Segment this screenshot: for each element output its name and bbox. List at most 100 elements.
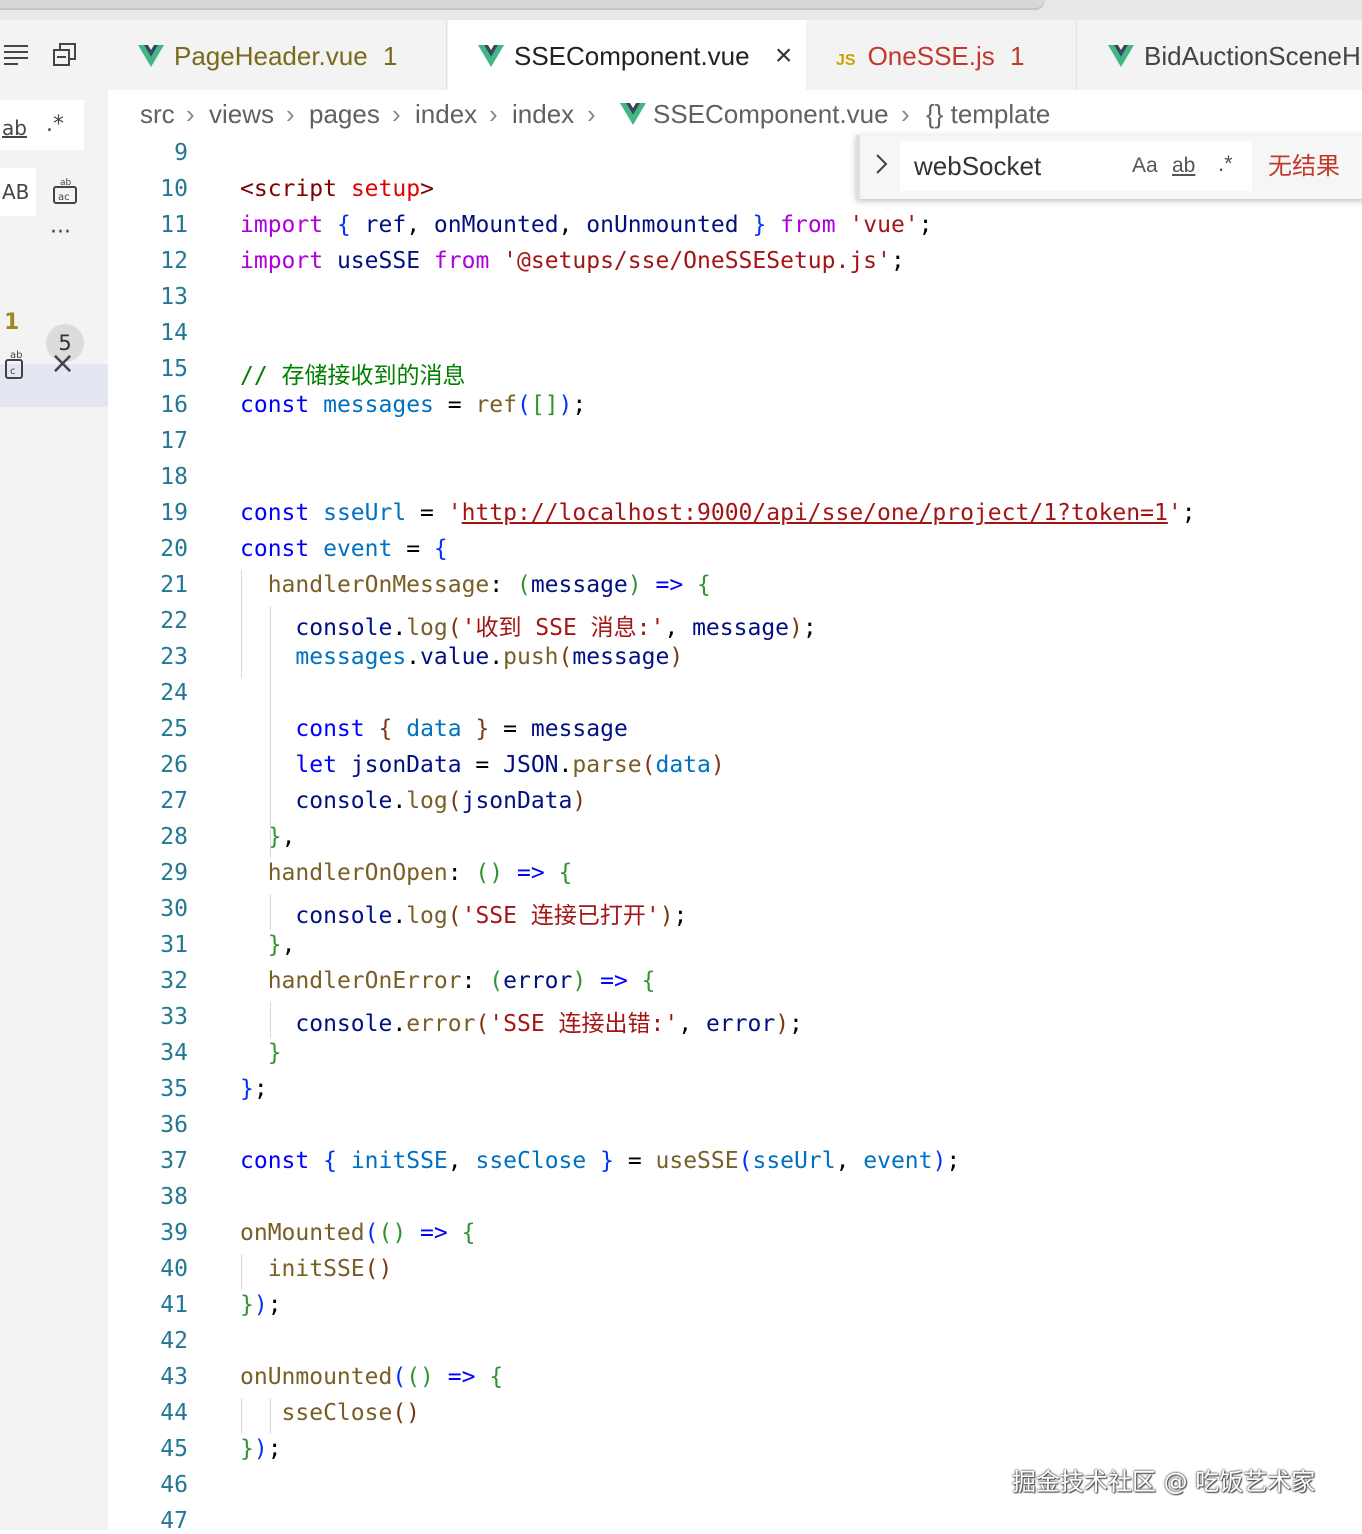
code-token: initSSE — [350, 1148, 448, 1174]
code-token: ' — [1167, 500, 1182, 526]
preserve-case-option[interactable]: AB — [2, 180, 29, 204]
code-line[interactable]: }); — [240, 1436, 282, 1462]
code-line[interactable]: handlerOnError: (error) => { — [240, 968, 656, 994]
code-line[interactable]: handlerOnMessage: (message) => { — [240, 572, 711, 598]
toggle-replace-icon[interactable] — [872, 151, 890, 181]
breadcrumb-item[interactable]: src — [140, 90, 175, 138]
code-token: ) — [558, 392, 573, 418]
chevron-right-icon: › — [489, 99, 498, 129]
breadcrumb-item[interactable]: SSEComponent.vue — [653, 90, 889, 138]
regex-icon[interactable]: .* — [46, 112, 64, 137]
close-icon[interactable]: × — [50, 346, 75, 381]
collapse-all-icon[interactable] — [52, 42, 78, 74]
tab-bidauction[interactable]: BidAuctionSceneH — [1078, 20, 1362, 90]
code-line[interactable]: }, — [240, 824, 296, 850]
code-line[interactable]: console.log('SSE 连接已打开'); — [240, 896, 687, 930]
code-line[interactable]: import useSSE from '@setups/sse/OneSSESe… — [240, 248, 905, 274]
more-actions-icon[interactable]: ··· — [50, 220, 71, 245]
code-token: message — [692, 615, 790, 641]
code-token: { — [697, 572, 711, 598]
code-line[interactable]: }); — [240, 1292, 282, 1318]
code-line[interactable]: onMounted(() => { — [240, 1220, 475, 1246]
breadcrumb-item[interactable]: index — [512, 90, 574, 138]
code-token: = — [489, 716, 531, 742]
code-line[interactable]: console.log('收到 SSE 消息:', message); — [240, 608, 816, 642]
breadcrumb-item[interactable]: index — [415, 90, 477, 138]
code-token: onUnmounted — [240, 1364, 393, 1390]
regex-icon[interactable]: .* — [1218, 139, 1233, 189]
match-word-option[interactable]: ab — [1172, 141, 1195, 191]
tab-onesse[interactable]: JS OneSSE.js 1 — [808, 20, 1077, 90]
code-line[interactable]: handlerOnOpen: () => { — [240, 860, 573, 886]
code-token: from — [433, 248, 490, 274]
find-input[interactable]: webSocket Aa ab .* — [900, 141, 1252, 191]
line-number: 15 — [160, 356, 188, 382]
breadcrumb-item[interactable]: pages — [309, 90, 380, 138]
indent-guide — [270, 1398, 271, 1434]
code-line[interactable]: initSSE() — [240, 1256, 393, 1282]
indent-guide — [270, 606, 271, 858]
line-number: 12 — [160, 248, 188, 274]
replace-file-icon[interactable]: ab c — [4, 348, 28, 386]
code-line[interactable]: }; — [240, 1076, 268, 1102]
tab-ssecomponent[interactable]: SSEComponent.vue × — [448, 20, 806, 90]
line-number: 29 — [160, 860, 188, 886]
line-number: 26 — [160, 752, 188, 778]
code-line[interactable]: onUnmounted(() => { — [240, 1364, 503, 1390]
code-line[interactable]: const messages = ref([]); — [240, 392, 586, 418]
line-number: 25 — [160, 716, 188, 742]
indent-guide — [270, 894, 271, 930]
breadcrumb-item[interactable]: views — [209, 90, 274, 138]
code-token: ' — [447, 500, 462, 526]
tab-label: PageHeader.vue — [174, 41, 368, 71]
tab-close-icon[interactable]: × — [775, 39, 793, 72]
code-token: log — [406, 903, 448, 929]
code-token: } — [475, 716, 490, 742]
code-line[interactable]: console.log(jsonData) — [240, 788, 586, 814]
find-query: webSocket — [914, 151, 1042, 181]
line-number: 35 — [160, 1076, 188, 1102]
code-line[interactable]: }, — [240, 932, 296, 958]
code-line[interactable]: <script setup> — [240, 176, 434, 202]
code-line[interactable]: const { initSSE, sseClose } = useSSE(sse… — [240, 1148, 960, 1174]
code-line[interactable]: const event = { — [240, 536, 448, 562]
code-line[interactable]: console.error('SSE 连接出错:', error); — [240, 1004, 803, 1038]
replace-all-icon[interactable]: ab ac — [52, 176, 80, 212]
code-token: ; — [253, 1076, 268, 1102]
match-case-option[interactable]: Aa — [1132, 141, 1158, 191]
code-token: . — [406, 644, 421, 670]
code-token: sseClose — [475, 1148, 587, 1174]
tab-pageheader[interactable]: PageHeader.vue 1 — [108, 20, 447, 90]
breadcrumb: src › views › pages › index › index › SS… — [108, 90, 1362, 140]
code-token: ) — [669, 644, 684, 670]
code-line[interactable]: messages.value.push(message) — [240, 644, 683, 670]
horizontal-scrollbar[interactable] — [0, 0, 1045, 10]
code-line[interactable]: let jsonData = JSON.parse(data) — [240, 752, 724, 778]
match-word-option[interactable]: ab — [2, 116, 27, 140]
line-number: 9 — [174, 140, 188, 166]
outline-icon[interactable] — [4, 42, 30, 72]
breadcrumb-item[interactable]: {} template — [926, 90, 1050, 138]
code-line[interactable]: } — [240, 1040, 282, 1066]
code-line[interactable]: // 存储接收到的消息 — [240, 356, 466, 390]
code-line[interactable]: sseClose() — [240, 1400, 420, 1426]
tab-label: OneSSE.js — [867, 41, 995, 71]
code-token: ) — [627, 572, 642, 598]
code-line[interactable]: const sseUrl = 'http://localhost:9000/ap… — [240, 500, 1196, 526]
code-line[interactable]: const { data } = message — [240, 716, 627, 742]
code-token: } — [600, 1148, 614, 1174]
line-number: 36 — [160, 1112, 188, 1138]
code-token: => — [516, 860, 545, 886]
code-token: < — [240, 176, 254, 202]
code-line[interactable]: import { ref, onMounted, onUnmounted } f… — [240, 212, 933, 238]
